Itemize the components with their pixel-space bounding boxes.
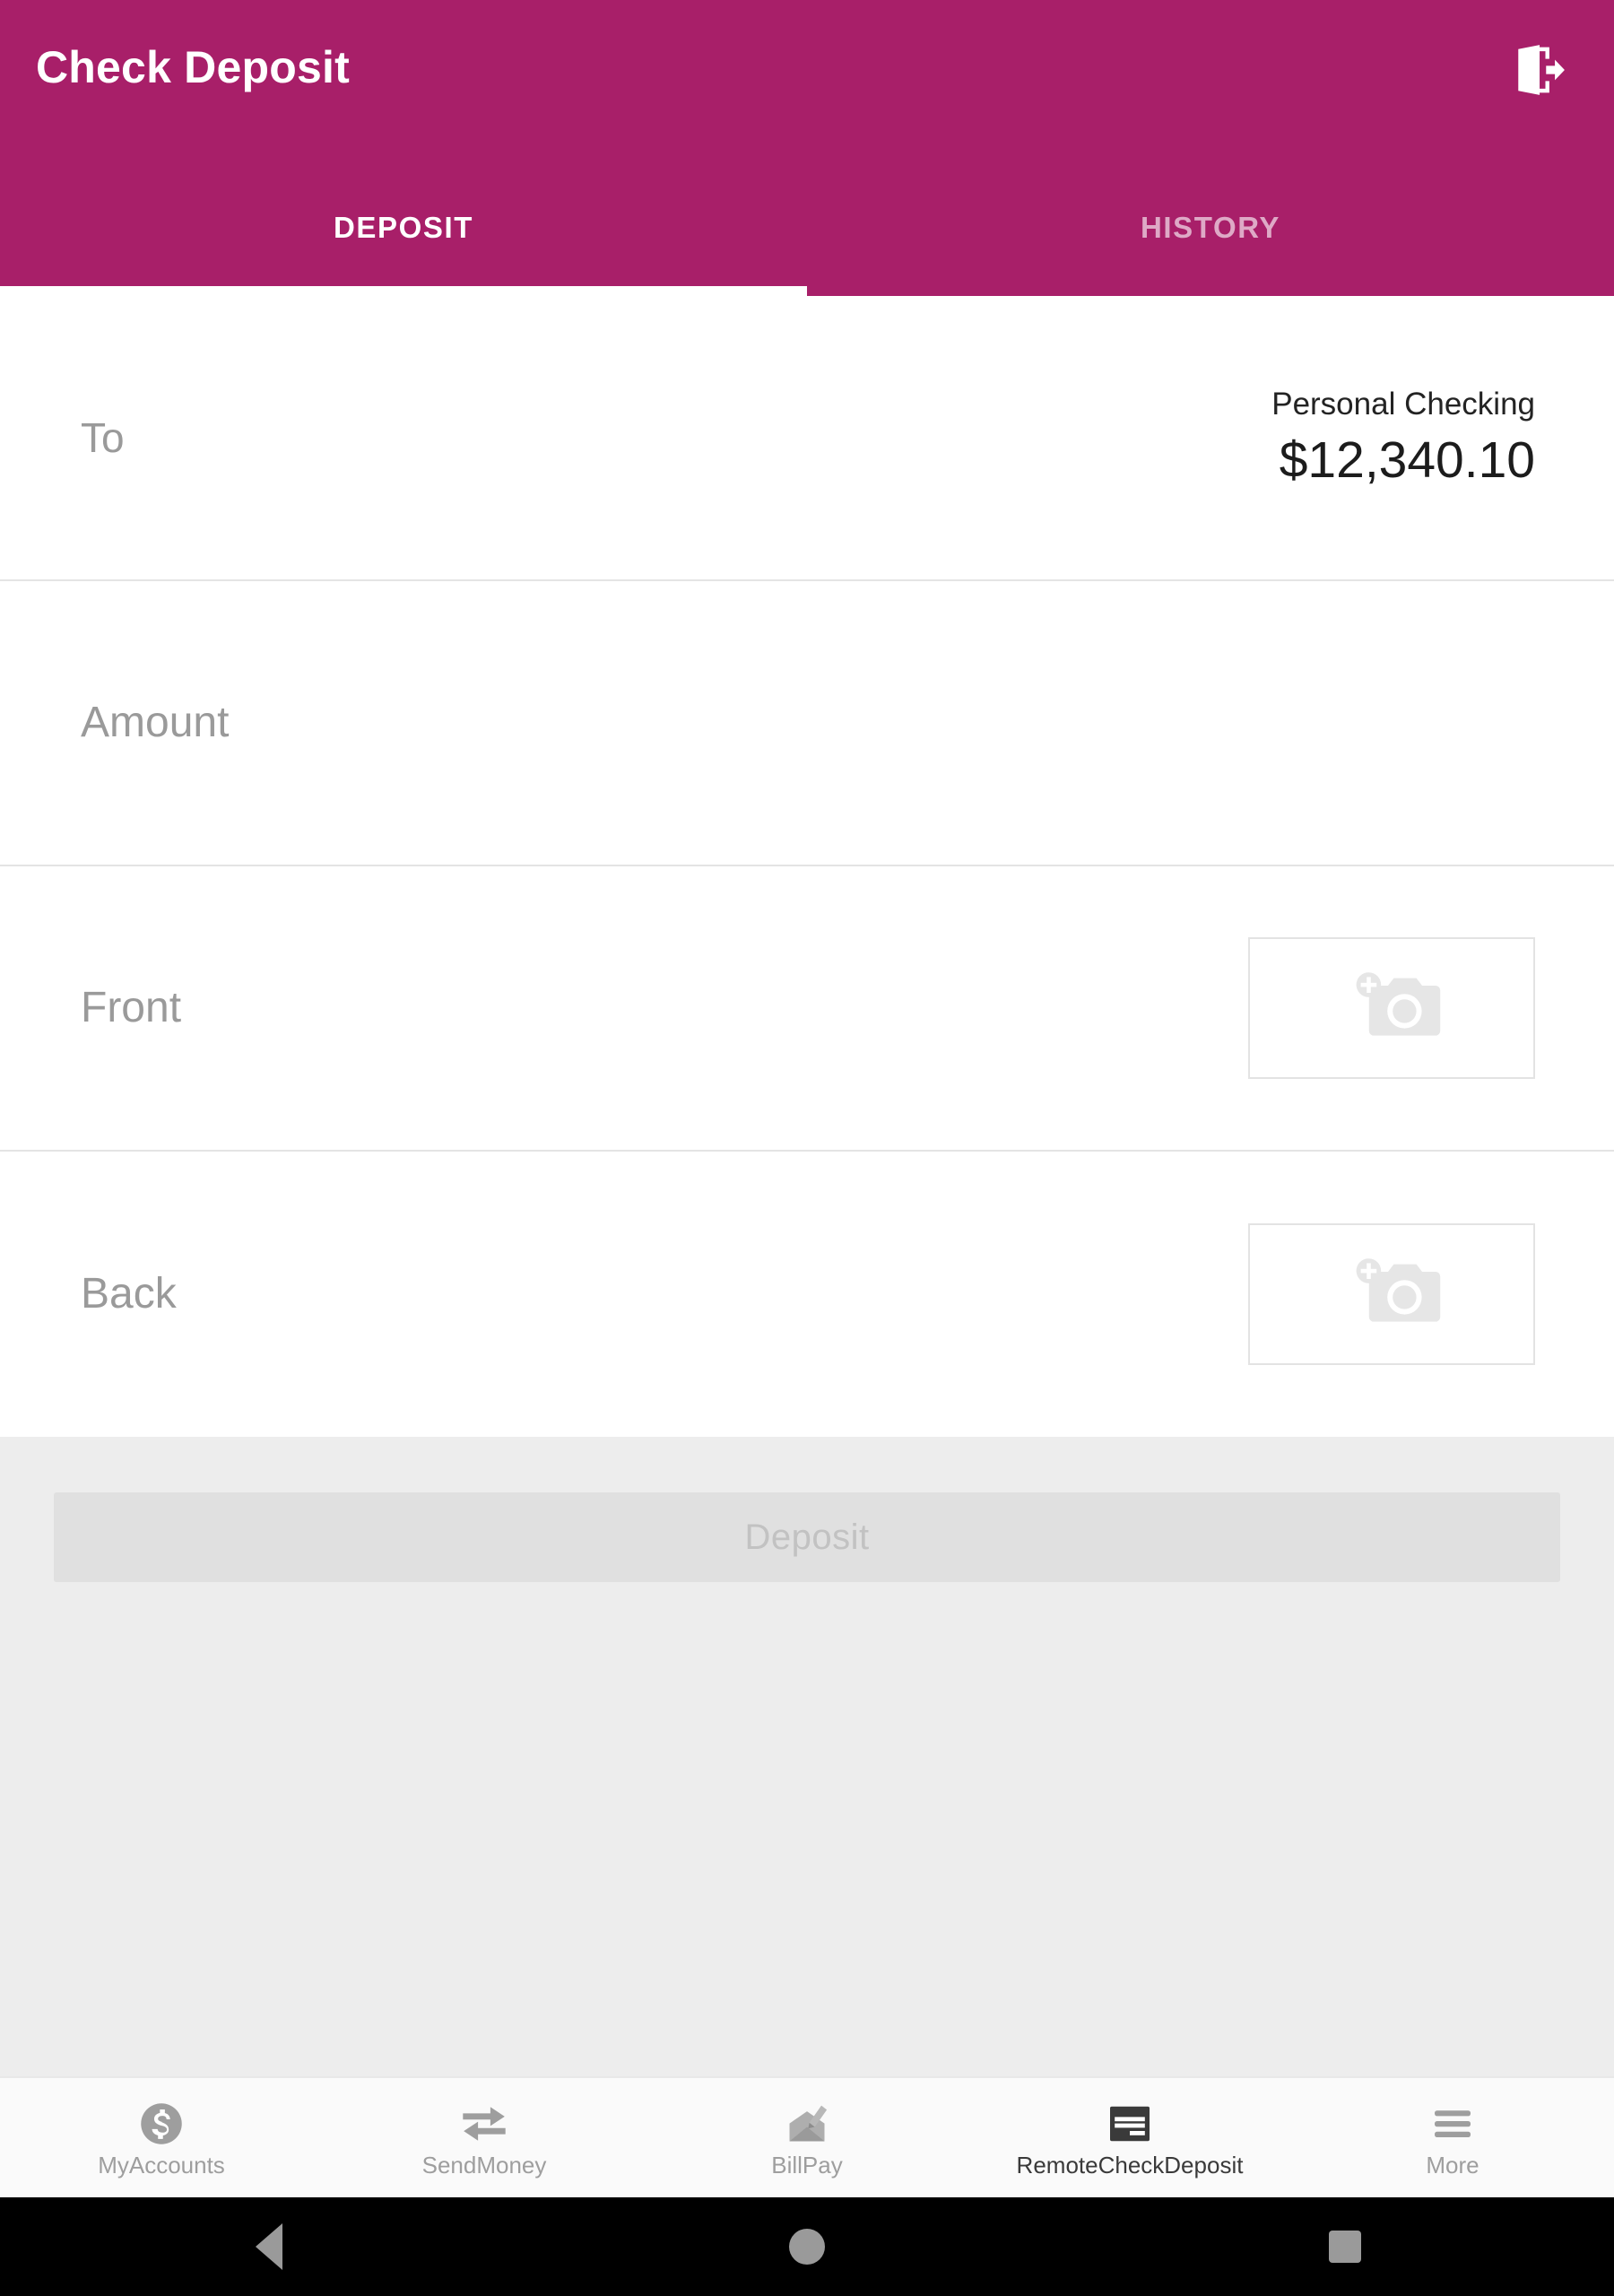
logout-button[interactable] — [1497, 29, 1580, 111]
system-recents-button[interactable] — [1264, 2197, 1426, 2296]
nav-label-billpay-prev: SendMoney — [421, 2151, 547, 2179]
deposit-form: To Personal Checking $12,340.10 Amount F… — [0, 296, 1614, 1437]
app-bar: Check Deposit — [0, 0, 1614, 179]
nav-item-myaccounts[interactable]: MyAccounts — [0, 2078, 323, 2197]
transfer-arrows-icon — [459, 2100, 509, 2148]
logout-icon — [1511, 42, 1566, 98]
nav-label-myaccounts: MyAccounts — [98, 2151, 225, 2179]
front-capture-button[interactable] — [1248, 937, 1535, 1079]
front-image-row[interactable]: Front — [0, 866, 1614, 1152]
action-area: Deposit — [0, 1437, 1614, 2076]
home-circle-icon — [789, 2229, 825, 2265]
to-account-row[interactable]: To Personal Checking $12,340.10 — [0, 296, 1614, 581]
to-label: To — [81, 414, 125, 461]
back-label: Back — [81, 1270, 177, 1318]
nav-item-billpay[interactable]: BillPay — [646, 2078, 968, 2197]
front-label: Front — [81, 984, 182, 1031]
nav-item-remotecheckdeposit[interactable]: RemoteCheckDeposit — [968, 2078, 1291, 2197]
hamburger-menu-icon — [1429, 2100, 1476, 2148]
dollar-circle-icon — [138, 2100, 185, 2148]
back-image-row[interactable]: Back — [0, 1152, 1614, 1437]
tab-active-indicator — [0, 286, 807, 296]
check-document-icon — [1106, 2100, 1153, 2148]
tab-history-label: HISTORY — [1140, 211, 1281, 244]
app-screen: Check Deposit DEPOSIT HISTORY To Persona… — [0, 0, 1614, 2296]
system-back-button[interactable] — [188, 2197, 350, 2296]
envelope-pen-icon — [783, 2100, 831, 2148]
nav-item-more[interactable]: More — [1291, 2078, 1614, 2197]
back-capture-button[interactable] — [1248, 1223, 1535, 1365]
system-home-button[interactable] — [726, 2197, 888, 2296]
account-balance: $12,340.10 — [1279, 430, 1535, 489]
page-title: Check Deposit — [36, 42, 350, 92]
nav-label-more: More — [1426, 2151, 1480, 2179]
bottom-navigation: MyAccounts SendMoney BillPay RemoteCheck… — [0, 2076, 1614, 2197]
tab-history[interactable]: HISTORY — [807, 179, 1614, 296]
account-name: Personal Checking — [1271, 386, 1535, 422]
tab-deposit[interactable]: DEPOSIT — [0, 179, 807, 296]
to-account-value: Personal Checking $12,340.10 — [1271, 385, 1535, 491]
deposit-button[interactable]: Deposit — [54, 1492, 1560, 1582]
add-photo-camera-icon — [1334, 970, 1449, 1047]
amount-placeholder[interactable]: Amount — [81, 701, 229, 744]
tab-deposit-label: DEPOSIT — [333, 211, 474, 244]
system-navigation-bar — [0, 2197, 1614, 2296]
nav-item-sendmoney[interactable]: SendMoney — [323, 2078, 646, 2197]
tab-bar: DEPOSIT HISTORY — [0, 179, 1614, 296]
recents-square-icon — [1329, 2231, 1361, 2263]
back-triangle-icon — [256, 2223, 282, 2270]
nav-label-billpay: BillPay — [771, 2151, 843, 2179]
nav-label-remotecheckdeposit: RemoteCheckDeposit — [1016, 2151, 1244, 2179]
add-photo-camera-icon — [1334, 1256, 1449, 1333]
amount-row[interactable]: Amount — [0, 581, 1614, 866]
